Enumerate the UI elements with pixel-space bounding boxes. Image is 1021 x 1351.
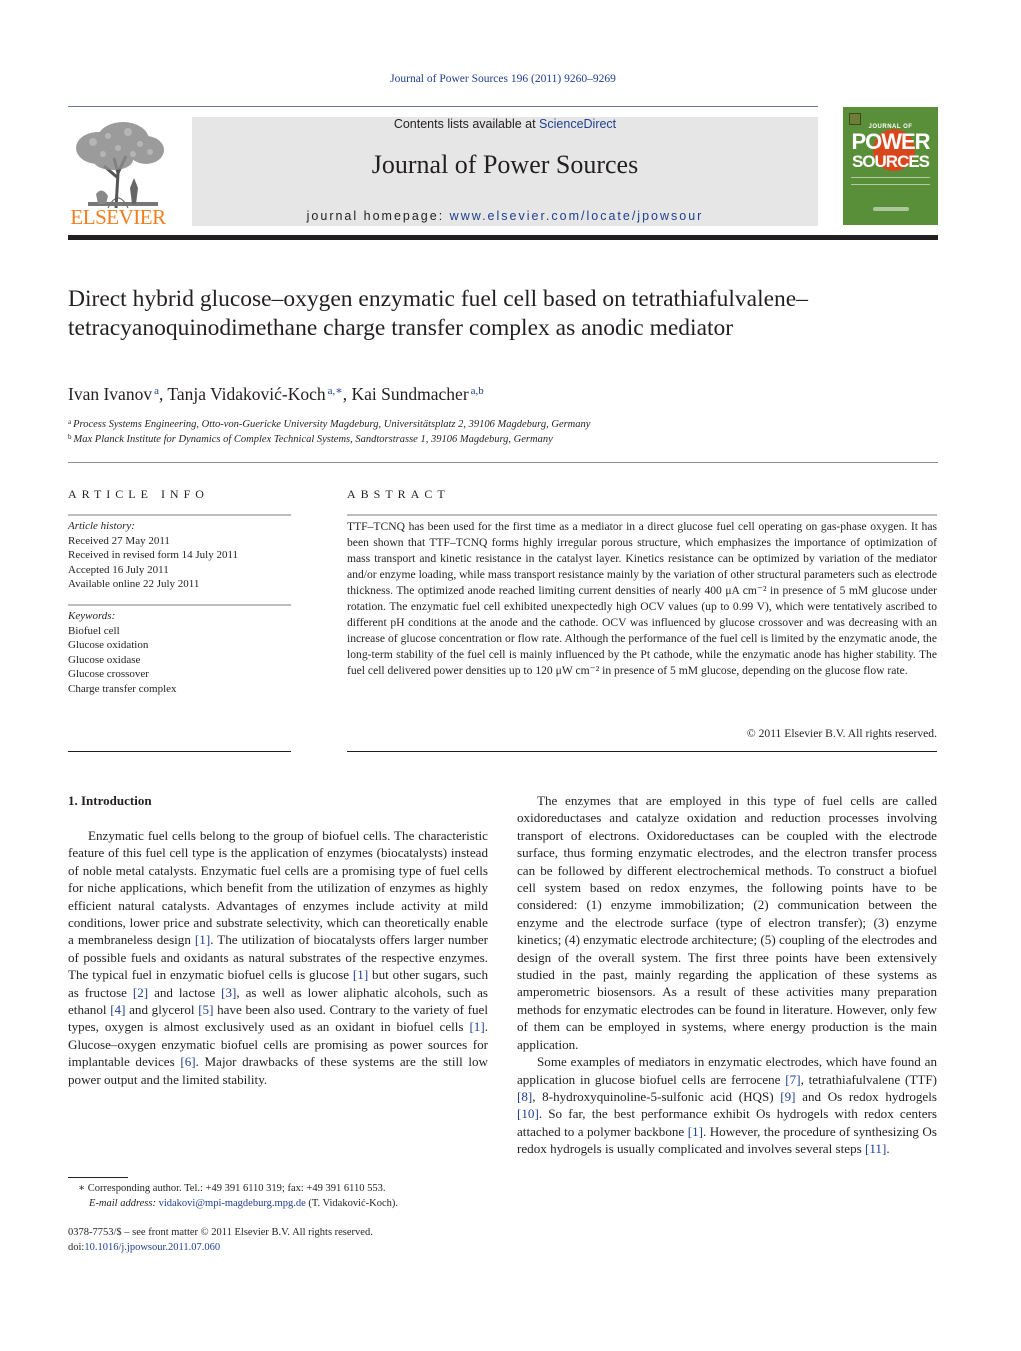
author-name[interactable]: Tanja Vidaković-Koch bbox=[167, 384, 325, 404]
elsevier-wordmark: ELSEVIER bbox=[70, 205, 166, 229]
email-suffix: (T. Vidaković-Koch). bbox=[305, 1198, 399, 1209]
history-item: Accepted 16 July 2011 bbox=[68, 563, 169, 576]
tree-icon bbox=[76, 122, 164, 209]
abstract-heading: ABSTRACT bbox=[347, 487, 450, 501]
contents-prefix: Contents lists available at bbox=[393, 117, 540, 131]
homepage-link[interactable]: www.elsevier.com/locate/jpowsour bbox=[450, 209, 704, 223]
header-rule bbox=[68, 106, 818, 107]
paragraph-text: . bbox=[886, 1141, 890, 1157]
citation-link[interactable]: [7] bbox=[785, 1072, 800, 1087]
homepage-prefix: journal homepage: bbox=[306, 209, 450, 223]
keyword-item: Glucose oxidase bbox=[68, 653, 141, 666]
doi-prefix: doi: bbox=[68, 1242, 85, 1253]
history-item: Available online 22 July 2011 bbox=[68, 578, 200, 590]
paragraph-text: Enzymatic fuel cells belong to the group… bbox=[68, 828, 488, 948]
body-paragraph: The enzymes that are employed in this ty… bbox=[517, 792, 937, 1053]
abstract-rule bbox=[347, 514, 937, 516]
article-info-rule bbox=[68, 514, 291, 516]
homepage-line: journal homepage: www.elsevier.com/locat… bbox=[192, 209, 818, 223]
keywords: Keywords: Biofuel cell Glucose oxidation… bbox=[68, 609, 291, 696]
citation-link[interactable]: [1] bbox=[469, 1019, 484, 1034]
cover-title-power: POWER bbox=[851, 129, 930, 154]
citation-link[interactable]: [2] bbox=[133, 985, 148, 1000]
cover-footer-logo-icon bbox=[873, 207, 909, 211]
body-paragraph: Some examples of mediators in enzymatic … bbox=[517, 1053, 937, 1157]
citation-link[interactable]: [1] bbox=[195, 932, 210, 947]
sciencedirect-link[interactable]: ScienceDirect bbox=[539, 117, 616, 131]
paragraph-text: and Os redox hydrogels bbox=[795, 1088, 937, 1104]
abstract-copyright: © 2011 Elsevier B.V. All rights reserved… bbox=[746, 727, 937, 740]
citation-link[interactable]: [9] bbox=[780, 1089, 795, 1104]
citation-link[interactable]: [11] bbox=[865, 1141, 886, 1156]
keywords-rule bbox=[68, 604, 291, 606]
affiliation-b: b Max Planck Institute for Dynamics of Co… bbox=[68, 433, 553, 445]
email-link[interactable]: vidakovi@mpi-magdeburg.mpg.de bbox=[159, 1198, 306, 1209]
footnote-rule bbox=[68, 1177, 128, 1178]
contents-line: Contents lists available at ScienceDirec… bbox=[192, 117, 818, 131]
article-history: Article history: Received 27 May 2011 Re… bbox=[68, 519, 291, 592]
affiliation-a: a Process Systems Engineering, Otto-von-G… bbox=[68, 418, 590, 430]
doi-link[interactable]: 10.1016/j.jpowsour.2011.07.060 bbox=[84, 1242, 220, 1253]
author-list: Ivan Ivanov a, Tanja Vidaković-Koch a,∗, K… bbox=[68, 384, 484, 404]
corresponding-author-footnote: ∗ Corresponding author. Tel.: +49 391 61… bbox=[78, 1183, 386, 1194]
author-name[interactable]: Ivan Ivanov bbox=[68, 384, 152, 404]
left-column: Enzymatic fuel cells belong to the group… bbox=[68, 827, 488, 1088]
journal-banner: Contents lists available at ScienceDirec… bbox=[192, 117, 818, 226]
cover-title-sources: SOURCES bbox=[851, 152, 930, 171]
article-history-label: Article history: bbox=[68, 520, 135, 532]
right-column: The enzymes that are employed in this ty… bbox=[517, 792, 937, 1158]
email-label: E-mail address: bbox=[89, 1198, 156, 1209]
keyword-item: Charge transfer complex bbox=[68, 682, 177, 695]
abstract-text: TTF–TCNQ has been used for the first tim… bbox=[347, 520, 937, 677]
paragraph-text: , tetrathiafulvalene (TTF) bbox=[800, 1071, 937, 1087]
paragraph-text: , 8-hydroxyquinoline-5-sulfonic acid (HQ… bbox=[532, 1088, 781, 1104]
doi-line: doi:10.1016/j.jpowsour.2011.07.060 bbox=[68, 1240, 488, 1255]
keyword-item: Glucose oxidation bbox=[68, 639, 149, 651]
citation-link[interactable]: [4] bbox=[110, 1002, 125, 1017]
cover-tagline bbox=[851, 177, 930, 185]
citation-link[interactable]: [10] bbox=[517, 1106, 539, 1121]
citation-link[interactable]: [6] bbox=[180, 1054, 195, 1069]
keyword-item: Glucose crossover bbox=[68, 668, 149, 680]
affiliation-text: Max Planck Institute for Dynamics of Com… bbox=[73, 434, 553, 445]
header-thick-rule bbox=[68, 235, 938, 240]
article-info-heading: ARTICLE INFO bbox=[68, 487, 209, 501]
history-item: Received in revised form 14 July 2011 bbox=[68, 549, 239, 561]
body-paragraph: Enzymatic fuel cells belong to the group… bbox=[68, 827, 488, 1088]
citation-link[interactable]: [1] bbox=[688, 1124, 703, 1139]
section-heading-introduction: 1. Introduction bbox=[68, 793, 152, 808]
history-item: Received 27 May 2011 bbox=[68, 534, 170, 547]
journal-cover-image[interactable]: JOURNAL OF POWER SOURCES bbox=[843, 107, 938, 225]
citation-link[interactable]: [1] bbox=[353, 967, 368, 982]
author-affil-marker[interactable]: a bbox=[154, 385, 159, 397]
article-title: Direct hybrid glucose–oxygen enzymatic f… bbox=[68, 286, 808, 341]
section-divider bbox=[68, 462, 938, 463]
author-name[interactable]: Kai Sundmacher bbox=[352, 384, 469, 404]
affiliation-text: Process Systems Engineering, Otto-von-Gu… bbox=[73, 419, 591, 430]
email-footnote: E-mail address: vidakovi@mpi-magdeburg.m… bbox=[89, 1196, 509, 1211]
affiliation-marker: a bbox=[68, 418, 72, 426]
citation-link[interactable]: [8] bbox=[517, 1089, 532, 1104]
article-info-bottom-rule bbox=[68, 751, 291, 752]
paragraph-text: and glycerol bbox=[125, 1002, 199, 1018]
keyword-item: Biofuel cell bbox=[68, 624, 120, 637]
paragraph-text: The enzymes that are employed in this ty… bbox=[517, 793, 937, 1052]
paragraph-text: and lactose bbox=[148, 984, 222, 1000]
citation-link[interactable]: [3] bbox=[221, 985, 236, 1000]
affiliation-marker: b bbox=[68, 433, 72, 441]
issn-line: 0378-7753/$ – see front matter © 2011 El… bbox=[68, 1227, 373, 1238]
citation-link[interactable]: [5] bbox=[198, 1002, 213, 1017]
author-affil-marker[interactable]: a,b bbox=[471, 385, 484, 397]
keywords-label: Keywords: bbox=[68, 610, 116, 622]
abstract-bottom-rule bbox=[347, 751, 937, 752]
running-head[interactable]: Journal of Power Sources 196 (2011) 9260… bbox=[0, 73, 1006, 85]
author-affil-marker[interactable]: a,∗ bbox=[328, 385, 343, 397]
elsevier-logo[interactable]: ELSEVIER bbox=[68, 118, 168, 229]
journal-title: Journal of Power Sources bbox=[371, 150, 639, 179]
